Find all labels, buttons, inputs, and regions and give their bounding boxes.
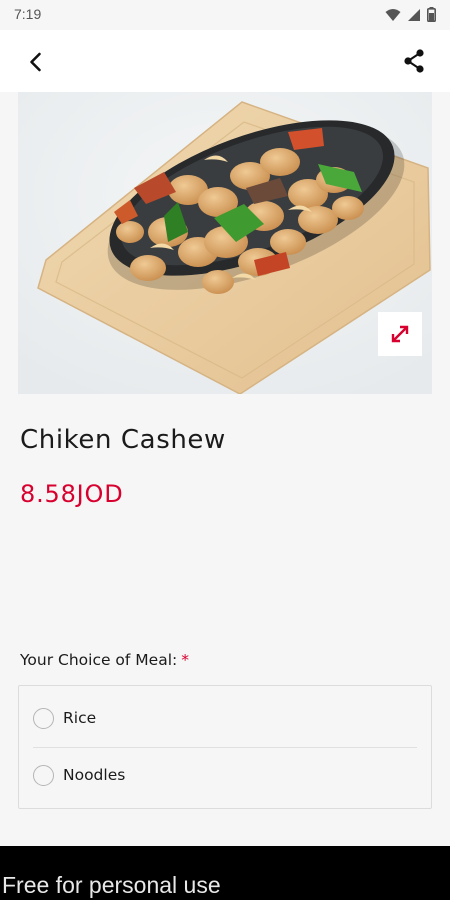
status-time: 7:19 [14,6,42,22]
product-price: 8.58JOD [20,480,124,508]
status-bar: 7:19 [0,0,450,30]
meal-options-group: Rice Noodles [18,685,432,809]
required-mark: * [181,651,189,669]
footer-text: Free for personal use [2,872,221,898]
footer-banner: Free for personal use [0,846,450,900]
battery-icon [427,7,436,22]
dish-photo [18,92,432,394]
meal-choice-text: Your Choice of Meal: [20,651,178,669]
wifi-icon [385,8,401,22]
option-noodles[interactable]: Noodles [33,747,419,803]
status-icons [385,7,436,22]
radio-button[interactable] [33,707,54,729]
back-arrow-icon [30,52,41,72]
signal-icon [407,8,421,22]
option-label: Noodles [63,766,126,784]
option-label: Rice [63,709,97,727]
share-icon [404,49,424,73]
back-button[interactable] [22,48,50,76]
meal-choice-label: Your Choice of Meal: * [20,651,189,669]
expand-image-button[interactable] [378,312,422,356]
app-bar [0,30,450,92]
expand-icon [391,325,409,343]
option-rice[interactable]: Rice [33,690,419,746]
radio-button[interactable] [33,764,54,786]
product-name: Chiken Cashew [20,425,226,455]
share-button[interactable] [400,47,428,75]
